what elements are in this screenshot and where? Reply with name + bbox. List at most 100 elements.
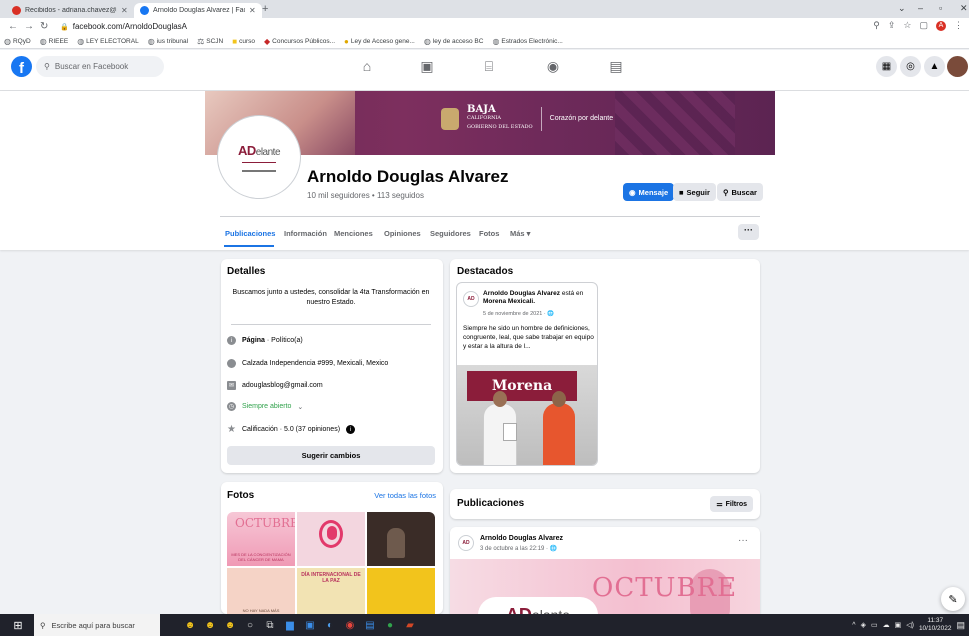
watch-icon[interactable]: ▣	[418, 58, 436, 75]
notifications-center-icon[interactable]: ▤	[956, 620, 965, 631]
photo-item[interactable]: NO HAY NADA MÁS	[227, 568, 295, 614]
volume-icon[interactable]: ◁)	[906, 621, 914, 629]
photo-item[interactable]	[297, 512, 365, 566]
tab-mas[interactable]: Más ▾	[510, 229, 530, 238]
post-author[interactable]: Arnoldo Douglas Alvarez	[480, 535, 563, 542]
spotify-icon[interactable]: ●	[380, 614, 400, 636]
edge-icon[interactable]: ◐	[320, 614, 340, 636]
task-view-icon[interactable]: ⧉	[260, 614, 280, 636]
taskbar-search-input[interactable]: ⚲ Escribe aquí para buscar	[34, 614, 160, 636]
bookmark-item[interactable]: ⚖ SCJN	[197, 37, 223, 46]
powerpoint-icon[interactable]: ▰	[400, 614, 420, 636]
message-button[interactable]: ◉ Mensaje	[623, 183, 675, 201]
photo-item[interactable]: DÍA INTERNACIONAL DE LA PAZ	[297, 568, 365, 614]
tab-menciones[interactable]: Menciones	[334, 229, 373, 238]
task-view-icon[interactable]: ○	[240, 614, 260, 636]
tab-fotos[interactable]: Fotos	[479, 229, 499, 238]
post-options-icon[interactable]: ···	[738, 535, 748, 546]
url-field[interactable]: 🔒 facebook.com/ArnoldoDouglasA	[60, 22, 187, 31]
author-avatar[interactable]: AD	[458, 535, 474, 551]
tab-publicaciones[interactable]: Publicaciones	[225, 229, 275, 238]
follow-button[interactable]: ■ Seguir	[673, 183, 716, 201]
browser-tab-gmail[interactable]: Recibidos - adriana.chavez@iee. ✕	[6, 3, 134, 18]
forward-icon[interactable]: →	[24, 21, 34, 32]
featured-photo[interactable]: Morena	[457, 365, 597, 465]
windows-start-icon[interactable]: ⊞	[8, 614, 28, 636]
author-avatar[interactable]: AD	[463, 291, 479, 307]
new-tab-button[interactable]: +	[262, 3, 268, 15]
suggest-edits-button[interactable]: Sugerir cambios	[227, 446, 435, 465]
close-window-icon[interactable]: ✕	[960, 3, 968, 14]
chrome-icon[interactable]: ◉	[340, 614, 360, 636]
address[interactable]: Calzada Independencia #999, Mexicali, Me…	[242, 360, 388, 367]
notifications-icon[interactable]: ▲	[924, 56, 945, 77]
bookmark-item[interactable]: ◆ Concursos Públicos...	[264, 37, 335, 46]
close-tab-icon[interactable]: ✕	[121, 6, 128, 15]
share-icon[interactable]: ⇪	[888, 20, 896, 31]
gaming-icon[interactable]: ▤	[607, 58, 625, 75]
menu-grid-icon[interactable]: ▦	[876, 56, 897, 77]
filters-button[interactable]: ⚌ Filtros	[710, 496, 753, 512]
maximize-icon[interactable]: ▫	[939, 3, 942, 13]
tab-seguidores[interactable]: Seguidores	[430, 229, 471, 238]
rating[interactable]: Calificación · 5.0 (37 opiniones)	[242, 426, 340, 433]
bookmark-item[interactable]: ● Ley de Acceso gene...	[344, 37, 415, 46]
bookmark-item[interactable]: ◍ RQyD	[4, 37, 31, 46]
messenger-icon[interactable]: ◎	[900, 56, 921, 77]
clock[interactable]: 11:37 10/10/2022	[919, 617, 952, 633]
browser-profile-avatar[interactable]: A	[936, 20, 946, 31]
file-explorer-icon[interactable]: ▆	[280, 614, 300, 636]
sidepanel-icon[interactable]: ▢	[919, 20, 928, 31]
store-icon[interactable]: ▣	[300, 614, 320, 636]
profile-stats[interactable]: 10 mil seguidores • 113 seguidos	[307, 191, 424, 200]
featured-date[interactable]: 5 de noviembre de 2021 · 🌐	[483, 311, 554, 317]
featured-author[interactable]: Arnoldo Douglas Alvarez	[483, 290, 560, 297]
facebook-logo[interactable]: f	[11, 56, 32, 77]
tab-search-icon[interactable]: ⌄	[898, 3, 906, 14]
reload-icon[interactable]: ↻	[40, 21, 48, 32]
minimize-icon[interactable]: –	[918, 3, 923, 13]
bookmark-item[interactable]: ◍ RIEEE	[40, 37, 69, 46]
emoji-widget-icon[interactable]: ☻	[220, 614, 240, 636]
featured-place[interactable]: Morena Mexicali.	[483, 298, 535, 305]
browser-menu-icon[interactable]: ⋮	[954, 20, 963, 31]
close-tab-icon[interactable]: ✕	[249, 6, 256, 15]
photo-item[interactable]	[367, 512, 435, 566]
battery-icon[interactable]: ▭	[871, 621, 878, 629]
see-all-photos-link[interactable]: Ver todas las fotos	[374, 491, 436, 500]
display-icon[interactable]: ▣	[895, 621, 902, 629]
hours[interactable]: Siempre abierto	[242, 403, 291, 410]
search-profile-button[interactable]: ⚲ Buscar	[717, 183, 763, 201]
browser-tab-facebook[interactable]: Arnoldo Douglas Alvarez | Faceb ✕	[134, 3, 262, 18]
account-avatar[interactable]	[947, 56, 968, 77]
profile-picture[interactable]: ADelante	[218, 116, 300, 198]
bookmark-item[interactable]: ■ curso	[232, 37, 255, 46]
bookmark-item[interactable]: ◍ LEY ELECTORAL	[77, 37, 139, 46]
featured-post[interactable]: AD Arnoldo Douglas Alvarez está en Moren…	[456, 282, 598, 466]
bookmark-item[interactable]: ◍ ius tribunal	[148, 37, 188, 46]
cloud-icon[interactable]: ☁	[883, 621, 890, 629]
facebook-search-input[interactable]: ⚲ Buscar en Facebook	[36, 56, 164, 77]
tab-informacion[interactable]: Información	[284, 229, 327, 238]
tray-chevron-icon[interactable]: ^	[852, 622, 855, 629]
outlook-icon[interactable]: ▤	[360, 614, 380, 636]
tab-opiniones[interactable]: Opiniones	[384, 229, 421, 238]
emoji-widget-icon[interactable]: ☻	[200, 614, 220, 636]
chevron-down-icon[interactable]: ⌄	[297, 403, 303, 411]
photo-item[interactable]	[367, 568, 435, 614]
groups-icon[interactable]: ◉	[544, 58, 562, 75]
bookmark-star-icon[interactable]: ☆	[903, 20, 911, 31]
bookmark-item[interactable]: ◍ Estrados Electrónic...	[492, 37, 562, 46]
home-icon[interactable]: ⌂	[358, 58, 376, 74]
emoji-widget-icon[interactable]: ☻	[180, 614, 200, 636]
network-icon[interactable]: ◈	[861, 621, 866, 629]
back-icon[interactable]: ←	[8, 21, 18, 32]
bookmark-item[interactable]: ◍ ley de acceso BC	[424, 37, 484, 46]
post-date[interactable]: 3 de octubre a las 22:19 · 🌐	[480, 545, 557, 552]
email[interactable]: adouglasblog@gmail.com	[242, 382, 323, 389]
compose-message-button[interactable]: ✎	[941, 587, 965, 611]
info-icon[interactable]: i	[346, 425, 356, 434]
zoom-icon[interactable]: ⚲	[873, 20, 880, 31]
more-options-button[interactable]: ···	[738, 224, 759, 240]
marketplace-icon[interactable]: ⌸	[480, 58, 498, 75]
